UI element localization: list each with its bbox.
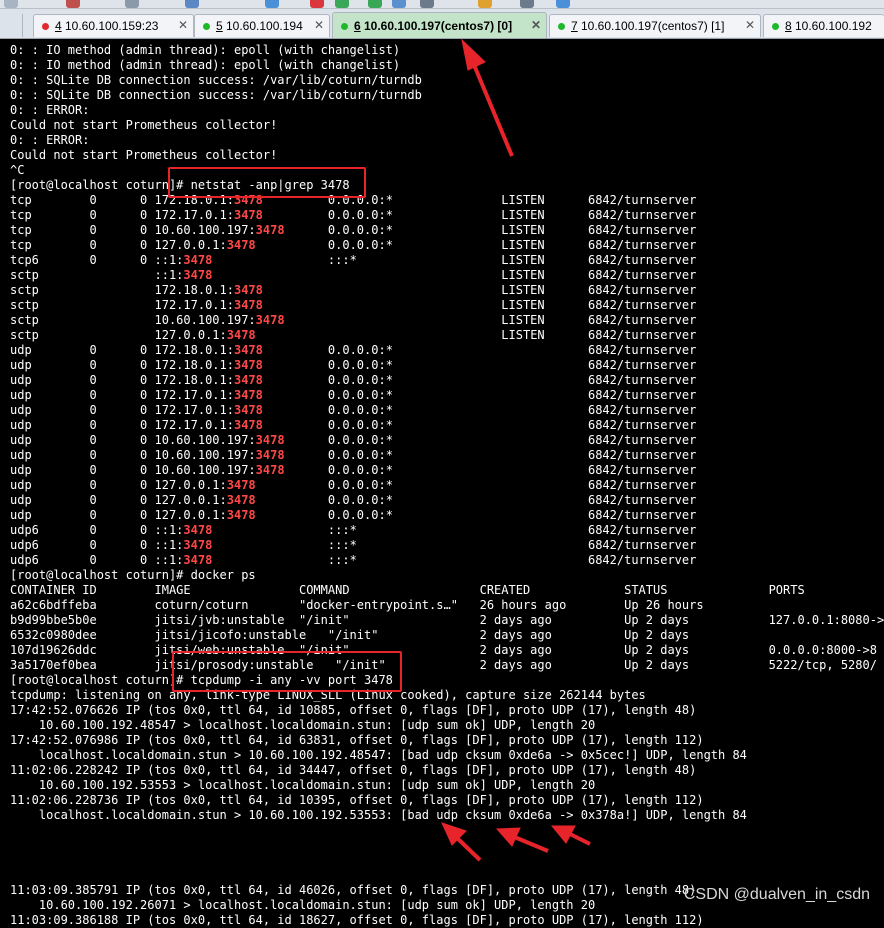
- arrow-icon: [550, 825, 591, 846]
- arrow-icon: [441, 822, 482, 862]
- arrow-icon: [495, 827, 549, 853]
- arrow-icon: [461, 38, 514, 157]
- watermark: CSDN @dualven_in_csdn: [683, 886, 870, 903]
- annotation-arrows: [441, 38, 591, 862]
